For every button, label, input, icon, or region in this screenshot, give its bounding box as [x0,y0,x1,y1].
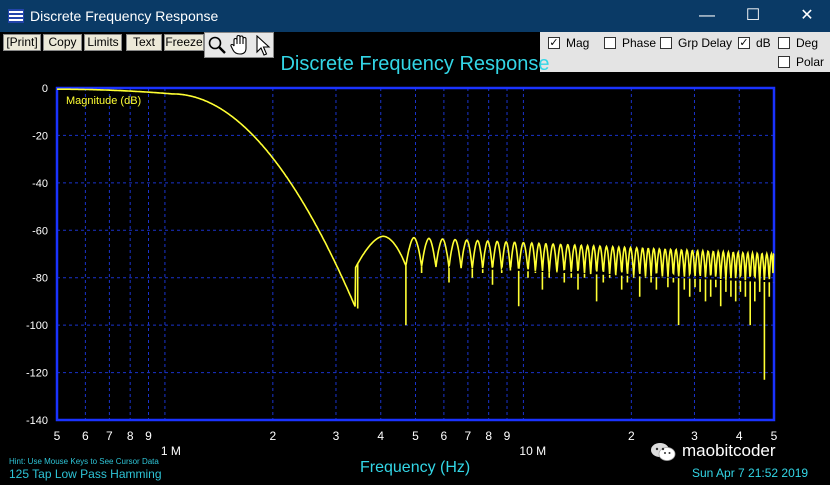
x-tick-label: 7 [465,429,472,443]
y-tick-label: -100 [26,320,48,332]
x-tick-label: 8 [485,429,492,443]
x-tick-label: 2 [628,429,635,443]
x-tick-label: 4 [377,429,384,443]
x-tick-label: 10 M [519,444,546,458]
frequency-response-plot[interactable]: 0-20-40-60-80-100-120-140 5 6 7 8 91 M2 3 4 5 6 7… [0,0,830,485]
x-tick-label: 5 [54,429,61,443]
x-tick-label: 1 M [161,444,181,458]
date-time: Sun Apr 7 21:52 2019 [692,466,809,480]
y-tick-label: -20 [32,130,48,142]
x-tick-label: 7 [106,429,113,443]
y-tick-label: -140 [26,415,48,427]
watermark: maobitcoder [650,440,820,464]
y-tick-labels: 0 -20 -40 -60 -80 -100 -120 -140 [26,83,48,427]
x-axis-label: Frequency (Hz) [360,459,471,476]
x-tick-label: 9 [145,429,152,443]
series-label: Magnitude (dB) [66,95,141,107]
watermark-text: maobitcoder [682,441,776,460]
wechat-icon [651,443,676,461]
x-tick-label: 8 [127,429,134,443]
filter-description: 125 Tap Low Pass Hamming [9,467,162,481]
y-tick-label: 0 [42,83,48,95]
hint-text: Hint: Use Mouse Keys to See Cursor Data [9,457,159,466]
x-tick-label: 6 [441,429,448,443]
y-tick-label: -60 [32,225,48,237]
y-tick-label: -40 [32,178,48,190]
x-tick-label: 2 [269,429,276,443]
x-tick-label: 6 [82,429,89,443]
y-tick-label: -120 [26,368,48,380]
y-tick-label: -80 [32,273,48,285]
x-tick-label: 3 [333,429,340,443]
x-tick-label: 5 [412,429,419,443]
x-tick-label: 9 [504,429,511,443]
